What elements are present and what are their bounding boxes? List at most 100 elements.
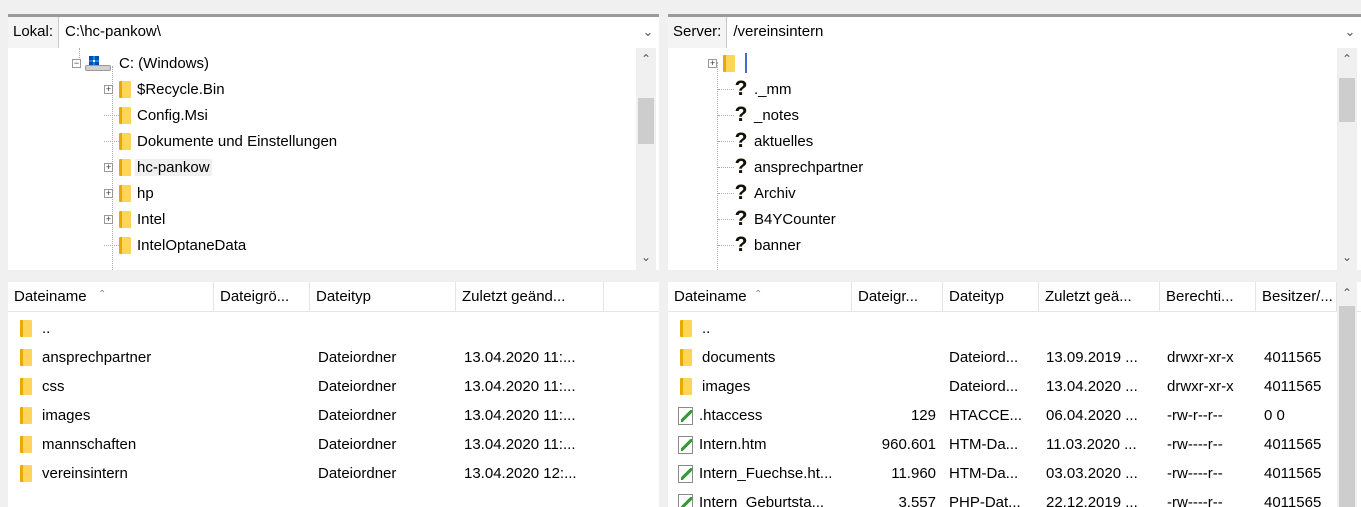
column-header-modified[interactable]: Zuletzt geä... (1039, 282, 1160, 312)
local-file-list: Dateiname ⌃ Dateigrö... Dateityp Zuletzt… (8, 282, 659, 507)
remote-path-bar: Server: /vereinsintern ⌄ (668, 14, 1361, 48)
remote-path-label: Server: (668, 17, 728, 48)
tree-item-label: Dokumente und Einstellungen (137, 132, 338, 150)
folder-icon (20, 349, 32, 366)
scrollbar-thumb[interactable] (1339, 78, 1355, 122)
local-path-bar: Lokal: C:\hc-pankow\ ⌄ (8, 14, 659, 48)
scroll-up-icon[interactable]: ⌃ (1337, 50, 1357, 68)
column-header-permissions[interactable]: Berechti... (1160, 282, 1256, 312)
column-header-type[interactable]: Dateityp (310, 282, 456, 312)
list-item[interactable]: .htaccess 129 HTACCE... 06.04.2020 ... -… (668, 401, 1337, 430)
unknown-folder-icon: ? (734, 77, 748, 100)
remote-file-list: Dateiname ⌃ Dateigr... Dateityp Zuletzt … (668, 282, 1361, 507)
column-header-name[interactable]: Dateiname ⌃ (8, 282, 214, 312)
tree-item-notes[interactable]: ? _notes (718, 102, 799, 128)
remote-list-scrollbar[interactable]: ⌃ (1337, 282, 1357, 507)
tree-item-label: Archiv (754, 184, 796, 202)
tree-item-b4ycounter[interactable]: ? B4YCounter (718, 206, 836, 232)
remote-directory-tree: + ? ._mm ? _notes ? aktuelles ? ansprech… (668, 48, 1361, 270)
scroll-down-icon[interactable]: ⌄ (636, 248, 656, 266)
folder-icon (20, 436, 32, 453)
windows-drive-icon (83, 54, 113, 72)
folder-icon (20, 320, 32, 337)
folder-icon (20, 407, 32, 424)
file-icon (678, 464, 693, 483)
scrollbar-thumb[interactable] (638, 98, 654, 144)
scroll-down-icon[interactable]: ⌄ (1337, 248, 1357, 266)
tree-item-banner[interactable]: ? banner (718, 232, 801, 258)
folder-icon (723, 54, 735, 72)
folder-icon (119, 106, 131, 124)
file-icon (678, 406, 693, 425)
text-cursor (745, 53, 747, 73)
unknown-folder-icon: ? (734, 207, 748, 230)
collapse-icon[interactable]: − (72, 58, 81, 68)
tree-item-label: aktuelles (754, 132, 814, 150)
tree-item-config-msi[interactable]: Config.Msi (104, 102, 208, 128)
tree-item-intel[interactable]: + Intel (104, 206, 165, 232)
list-item[interactable]: ansprechpartner Dateiordner 13.04.2020 1… (8, 343, 659, 372)
folder-icon (20, 465, 32, 482)
file-icon (678, 493, 693, 507)
unknown-folder-icon: ? (734, 129, 748, 152)
unknown-folder-icon: ? (734, 181, 748, 204)
tree-item-label: C: (Windows) (119, 54, 210, 72)
tree-item-archiv[interactable]: ? Archiv (718, 180, 796, 206)
local-path-label: Lokal: (8, 17, 60, 48)
unknown-folder-icon: ? (734, 233, 748, 256)
column-header-size[interactable]: Dateigr... (852, 282, 943, 312)
tree-item-label: _notes (754, 106, 800, 124)
list-item[interactable]: Intern.htm 960.601 HTM-Da... 11.03.2020 … (668, 430, 1337, 459)
tree-item-drive-c[interactable]: − C: (Windows) (72, 50, 209, 76)
scroll-up-icon[interactable]: ⌃ (636, 50, 656, 68)
list-item[interactable]: documents Dateiord... 13.09.2019 ... drw… (668, 343, 1337, 372)
tree-item-label: hp (137, 184, 154, 202)
list-item[interactable]: vereinsintern Dateiordner 13.04.2020 12:… (8, 459, 659, 488)
tree-item-aktuelles[interactable]: ? aktuelles (718, 128, 813, 154)
remote-tree-scrollbar[interactable]: ⌃ ⌄ (1337, 48, 1357, 270)
list-item[interactable]: mannschaften Dateiordner 13.04.2020 11:.… (8, 430, 659, 459)
expand-icon[interactable]: + (104, 188, 113, 198)
list-item[interactable]: Intern_Geburtsta... 3.557 PHP-Dat... 22.… (668, 488, 1337, 507)
expand-icon[interactable]: + (708, 58, 717, 68)
tree-item-label: B4YCounter (754, 210, 836, 228)
tree-item-ansprechpartner[interactable]: ? ansprechpartner (718, 154, 863, 180)
tree-item-recycle-bin[interactable]: + $Recycle.Bin (104, 76, 225, 102)
local-tree-scrollbar[interactable]: ⌃ ⌄ (636, 48, 656, 270)
list-item[interactable]: .. (8, 314, 659, 343)
folder-icon (680, 378, 692, 395)
tree-item-label: IntelOptaneData (137, 236, 247, 254)
folder-icon (119, 80, 131, 98)
tree-item-dokumente[interactable]: Dokumente und Einstellungen (104, 128, 337, 154)
column-header-name[interactable]: Dateiname ⌃ (668, 282, 852, 312)
chevron-down-icon[interactable]: ⌄ (1339, 17, 1361, 48)
list-item[interactable]: images Dateiord... 13.04.2020 ... drwxr-… (668, 372, 1337, 401)
tree-item-label: $Recycle.Bin (137, 80, 225, 98)
file-icon (678, 435, 693, 454)
tree-item-mm[interactable]: ? ._mm (718, 76, 792, 102)
expand-icon[interactable]: + (104, 162, 113, 172)
column-header-modified[interactable]: Zuletzt geänd... (456, 282, 604, 312)
local-path-input[interactable]: C:\hc-pankow\ (59, 17, 637, 48)
tree-item-label: ._mm (754, 80, 792, 98)
list-item[interactable]: .. (668, 314, 1337, 343)
chevron-down-icon[interactable]: ⌄ (637, 17, 659, 48)
folder-icon (119, 132, 131, 150)
scrollbar-thumb[interactable] (1339, 306, 1355, 507)
tree-item-root[interactable]: + (708, 50, 747, 76)
expand-icon[interactable]: + (104, 84, 113, 94)
remote-path-input[interactable]: /vereinsintern (727, 17, 1339, 48)
list-item[interactable]: images Dateiordner 13.04.2020 11:... (8, 401, 659, 430)
tree-item-hc-pankow[interactable]: + hc-pankow (104, 154, 212, 180)
local-directory-tree: − C: (Windows) + $Recycle.Bin Config.Msi… (8, 48, 659, 270)
column-header-owner[interactable]: Besitzer/... (1256, 282, 1337, 312)
list-item[interactable]: Intern_Fuechse.ht... 11.960 HTM-Da... 03… (668, 459, 1337, 488)
column-header-size[interactable]: Dateigrö... (214, 282, 310, 312)
tree-item-inteloptanedata[interactable]: IntelOptaneData (104, 232, 246, 258)
scroll-up-icon[interactable]: ⌃ (1337, 284, 1357, 302)
list-item[interactable]: css Dateiordner 13.04.2020 11:... (8, 372, 659, 401)
folder-icon (119, 158, 131, 176)
tree-item-hp[interactable]: + hp (104, 180, 154, 206)
expand-icon[interactable]: + (104, 214, 113, 224)
column-header-type[interactable]: Dateityp (943, 282, 1039, 312)
